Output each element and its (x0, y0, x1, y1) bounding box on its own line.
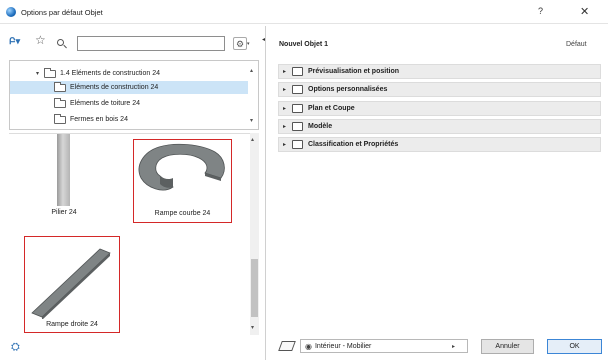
thumbnail-label: Rampe courbe 24 (154, 210, 211, 217)
thumbnail-label: Pilier 24 (51, 209, 77, 216)
tree-item-label: Eléments de toiture 24 (70, 100, 141, 107)
collapse-panel-icon[interactable]: ◂ (262, 36, 265, 43)
chevron-right-icon[interactable]: ▸ (452, 343, 455, 350)
scrollbar-thumb[interactable] (251, 259, 258, 317)
section-preview-position[interactable]: ▸ Prévisualisation et position (278, 64, 601, 79)
library-tree-icon[interactable]: Բ▾ (9, 36, 29, 52)
folder-icon (54, 81, 66, 92)
star-icon[interactable]: ☆ (35, 33, 46, 49)
archicad-app-icon (6, 7, 16, 17)
layer-value: Intérieur - Mobilier (314, 342, 372, 350)
layer-icon[interactable] (278, 341, 296, 351)
model-icon (292, 122, 303, 131)
gear-icon[interactable]: ⚙ (233, 37, 247, 50)
tree-item-selected[interactable]: Eléments de construction 24 (10, 81, 248, 94)
thumbnail-label: Rampe droite 24 (46, 321, 98, 328)
pilier-preview (57, 134, 70, 206)
scroll-up-icon[interactable]: ▴ (250, 67, 253, 74)
tree-item[interactable]: ▾ 1.4 Eléments de construction 24 (10, 67, 248, 80)
object-title: Nouvel Objet 1 (279, 41, 329, 48)
section-modele[interactable]: ▸ Modèle (278, 119, 601, 134)
ok-button[interactable]: OK (547, 339, 602, 354)
chevron-down-icon[interactable]: ▾ (247, 41, 250, 47)
thumbnails-scrollbar[interactable] (250, 133, 259, 335)
chevron-down-icon[interactable]: ▾ (36, 70, 44, 77)
section-label: Options personnalisées (308, 86, 388, 93)
straight-ramp-image (31, 248, 111, 319)
tree-item[interactable]: Fermes en bois 24 (10, 113, 248, 126)
scroll-up-icon[interactable]: ▴ (251, 136, 254, 143)
folder-icon (54, 97, 66, 108)
chevron-right-icon: ▸ (283, 69, 287, 75)
chevron-right-icon: ▸ (283, 142, 287, 148)
chevron-right-icon: ▸ (283, 124, 287, 130)
tree-item-label: Fermes en bois 24 (70, 116, 128, 123)
folder-tree: ▾ 1.4 Eléments de construction 24 Elémen… (9, 60, 259, 130)
tree-item[interactable]: Eléments de toiture 24 (10, 97, 248, 110)
chevron-right-icon: ▸ (283, 106, 287, 112)
folder-icon (54, 113, 66, 124)
scroll-down-icon[interactable]: ▾ (250, 117, 253, 124)
layer-select[interactable]: ◉ Intérieur - Mobilier (300, 339, 468, 353)
plan-section-icon (292, 104, 303, 113)
scroll-down-icon[interactable]: ▾ (251, 324, 254, 331)
section-label: Plan et Coupe (308, 105, 355, 112)
thumbnail-rampe-courbe[interactable]: Rampe courbe 24 (133, 139, 232, 223)
search-icon[interactable] (56, 36, 68, 52)
library-manager-icon[interactable]: ⛭ (11, 341, 20, 354)
title-bar: Options par défaut Objet ? ✕ (0, 0, 608, 24)
eye-icon: ◉ (305, 341, 312, 351)
preview-icon (292, 67, 303, 76)
panel-divider[interactable] (265, 26, 266, 360)
section-custom-options[interactable]: ▸ Options personnalisées (278, 82, 601, 97)
custom-options-icon (292, 85, 303, 94)
section-label: Classification et Propriétés (308, 141, 399, 148)
default-label: Défaut (566, 41, 587, 48)
thumbnail-rampe-droite[interactable]: Rampe droite 24 (24, 236, 120, 333)
section-label: Modèle (308, 123, 333, 130)
classification-icon (292, 140, 303, 149)
help-button[interactable]: ? (538, 6, 543, 16)
tree-item-label: 1.4 Eléments de construction 24 (60, 70, 161, 77)
section-label: Prévisualisation et position (308, 68, 400, 75)
tree-item-label: Eléments de construction 24 (70, 84, 159, 91)
window-title: Options par défaut Objet (21, 8, 103, 17)
section-classification[interactable]: ▸ Classification et Propriétés (278, 137, 601, 152)
section-plan-coupe[interactable]: ▸ Plan et Coupe (278, 101, 601, 116)
folder-icon (44, 67, 56, 78)
search-input[interactable] (77, 36, 225, 51)
chevron-right-icon: ▸ (283, 87, 287, 93)
thumbnail-pilier[interactable]: Pilier 24 (32, 206, 96, 220)
close-button[interactable]: ✕ (580, 5, 589, 18)
cancel-button[interactable]: Annuler (481, 339, 534, 354)
curved-ramp-image (138, 143, 225, 191)
